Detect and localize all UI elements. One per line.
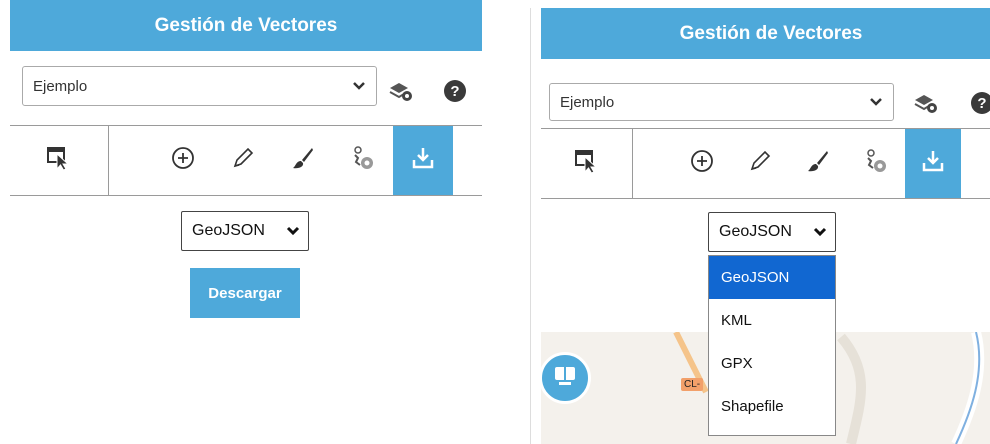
map-widget-icon (553, 365, 577, 392)
layer-select[interactable]: Ejemplo (22, 66, 377, 106)
pencil-icon (230, 145, 256, 176)
layer-select-row: Ejemplo (549, 82, 894, 122)
layers-gear-icon[interactable] (913, 90, 939, 116)
download-tool-button[interactable] (393, 126, 453, 195)
add-feature-button[interactable] (673, 129, 731, 198)
layer-select-value: Ejemplo (33, 77, 88, 95)
format-dropdown-list: GeoJSON KML GPX Shapefile (708, 255, 836, 436)
brush-icon (290, 145, 316, 176)
select-tool-button[interactable] (10, 126, 109, 195)
panel-title: Gestión de Vectores (154, 14, 338, 36)
add-circle-icon (689, 148, 715, 179)
format-select[interactable]: GeoJSON (181, 211, 309, 251)
format-option-shapefile[interactable]: Shapefile (709, 385, 835, 428)
panel-header: Gestión de Vectores (541, 8, 990, 59)
help-icon[interactable]: ? (442, 78, 468, 104)
chevron-down-icon (813, 224, 827, 241)
edit-toolbar (10, 125, 482, 196)
add-circle-icon (170, 145, 196, 176)
select-cursor-icon (45, 145, 73, 176)
feature-attributes-icon (863, 148, 889, 179)
edit-feature-button[interactable] (731, 129, 789, 198)
format-select[interactable]: GeoJSON (708, 212, 836, 252)
style-button[interactable] (273, 126, 333, 195)
style-button[interactable] (789, 129, 847, 198)
download-tool-button[interactable] (905, 129, 961, 198)
vector-manager-panel: Gestión de Vectores Ejemplo ? GeoJSON De… (0, 0, 500, 436)
pencil-icon (747, 148, 773, 179)
attributes-button[interactable] (847, 129, 905, 198)
vector-manager-panel-dropdown-open: Gestión de Vectores Ejemplo ? CL- GeoJSO… (530, 8, 990, 444)
download-button-label: Descargar (208, 284, 282, 302)
layer-select-value: Ejemplo (560, 93, 615, 111)
help-icon[interactable]: ? (969, 90, 990, 116)
chevron-down-icon (869, 94, 883, 110)
attributes-button[interactable] (333, 126, 393, 195)
feature-attributes-icon (350, 145, 376, 176)
select-tool-button[interactable] (541, 129, 633, 198)
format-select-value: GeoJSON (192, 222, 265, 239)
download-button[interactable]: Descargar (190, 268, 300, 318)
download-icon (410, 145, 436, 176)
layer-select-row: Ejemplo (22, 66, 377, 106)
map-road-label: CL- (681, 378, 704, 391)
edit-toolbar (541, 128, 990, 199)
panel-title: Gestión de Vectores (679, 22, 863, 44)
panel-header: Gestión de Vectores (10, 0, 482, 51)
brush-icon (805, 148, 831, 179)
format-select-value: GeoJSON (719, 223, 792, 240)
layer-select[interactable]: Ejemplo (549, 83, 894, 121)
format-option-kml[interactable]: KML (709, 299, 835, 342)
add-feature-button[interactable] (153, 126, 213, 195)
download-icon (920, 148, 946, 179)
format-option-gpx[interactable]: GPX (709, 342, 835, 385)
chevron-down-icon (352, 78, 366, 94)
layers-gear-icon[interactable] (388, 78, 414, 104)
format-option-geojson[interactable]: GeoJSON (709, 256, 835, 299)
help-glyph: ? (444, 80, 466, 102)
chevron-down-icon (286, 223, 300, 240)
help-glyph: ? (971, 92, 990, 114)
edit-feature-button[interactable] (213, 126, 273, 195)
select-cursor-icon (573, 148, 601, 179)
map-widget-button[interactable] (539, 352, 591, 404)
